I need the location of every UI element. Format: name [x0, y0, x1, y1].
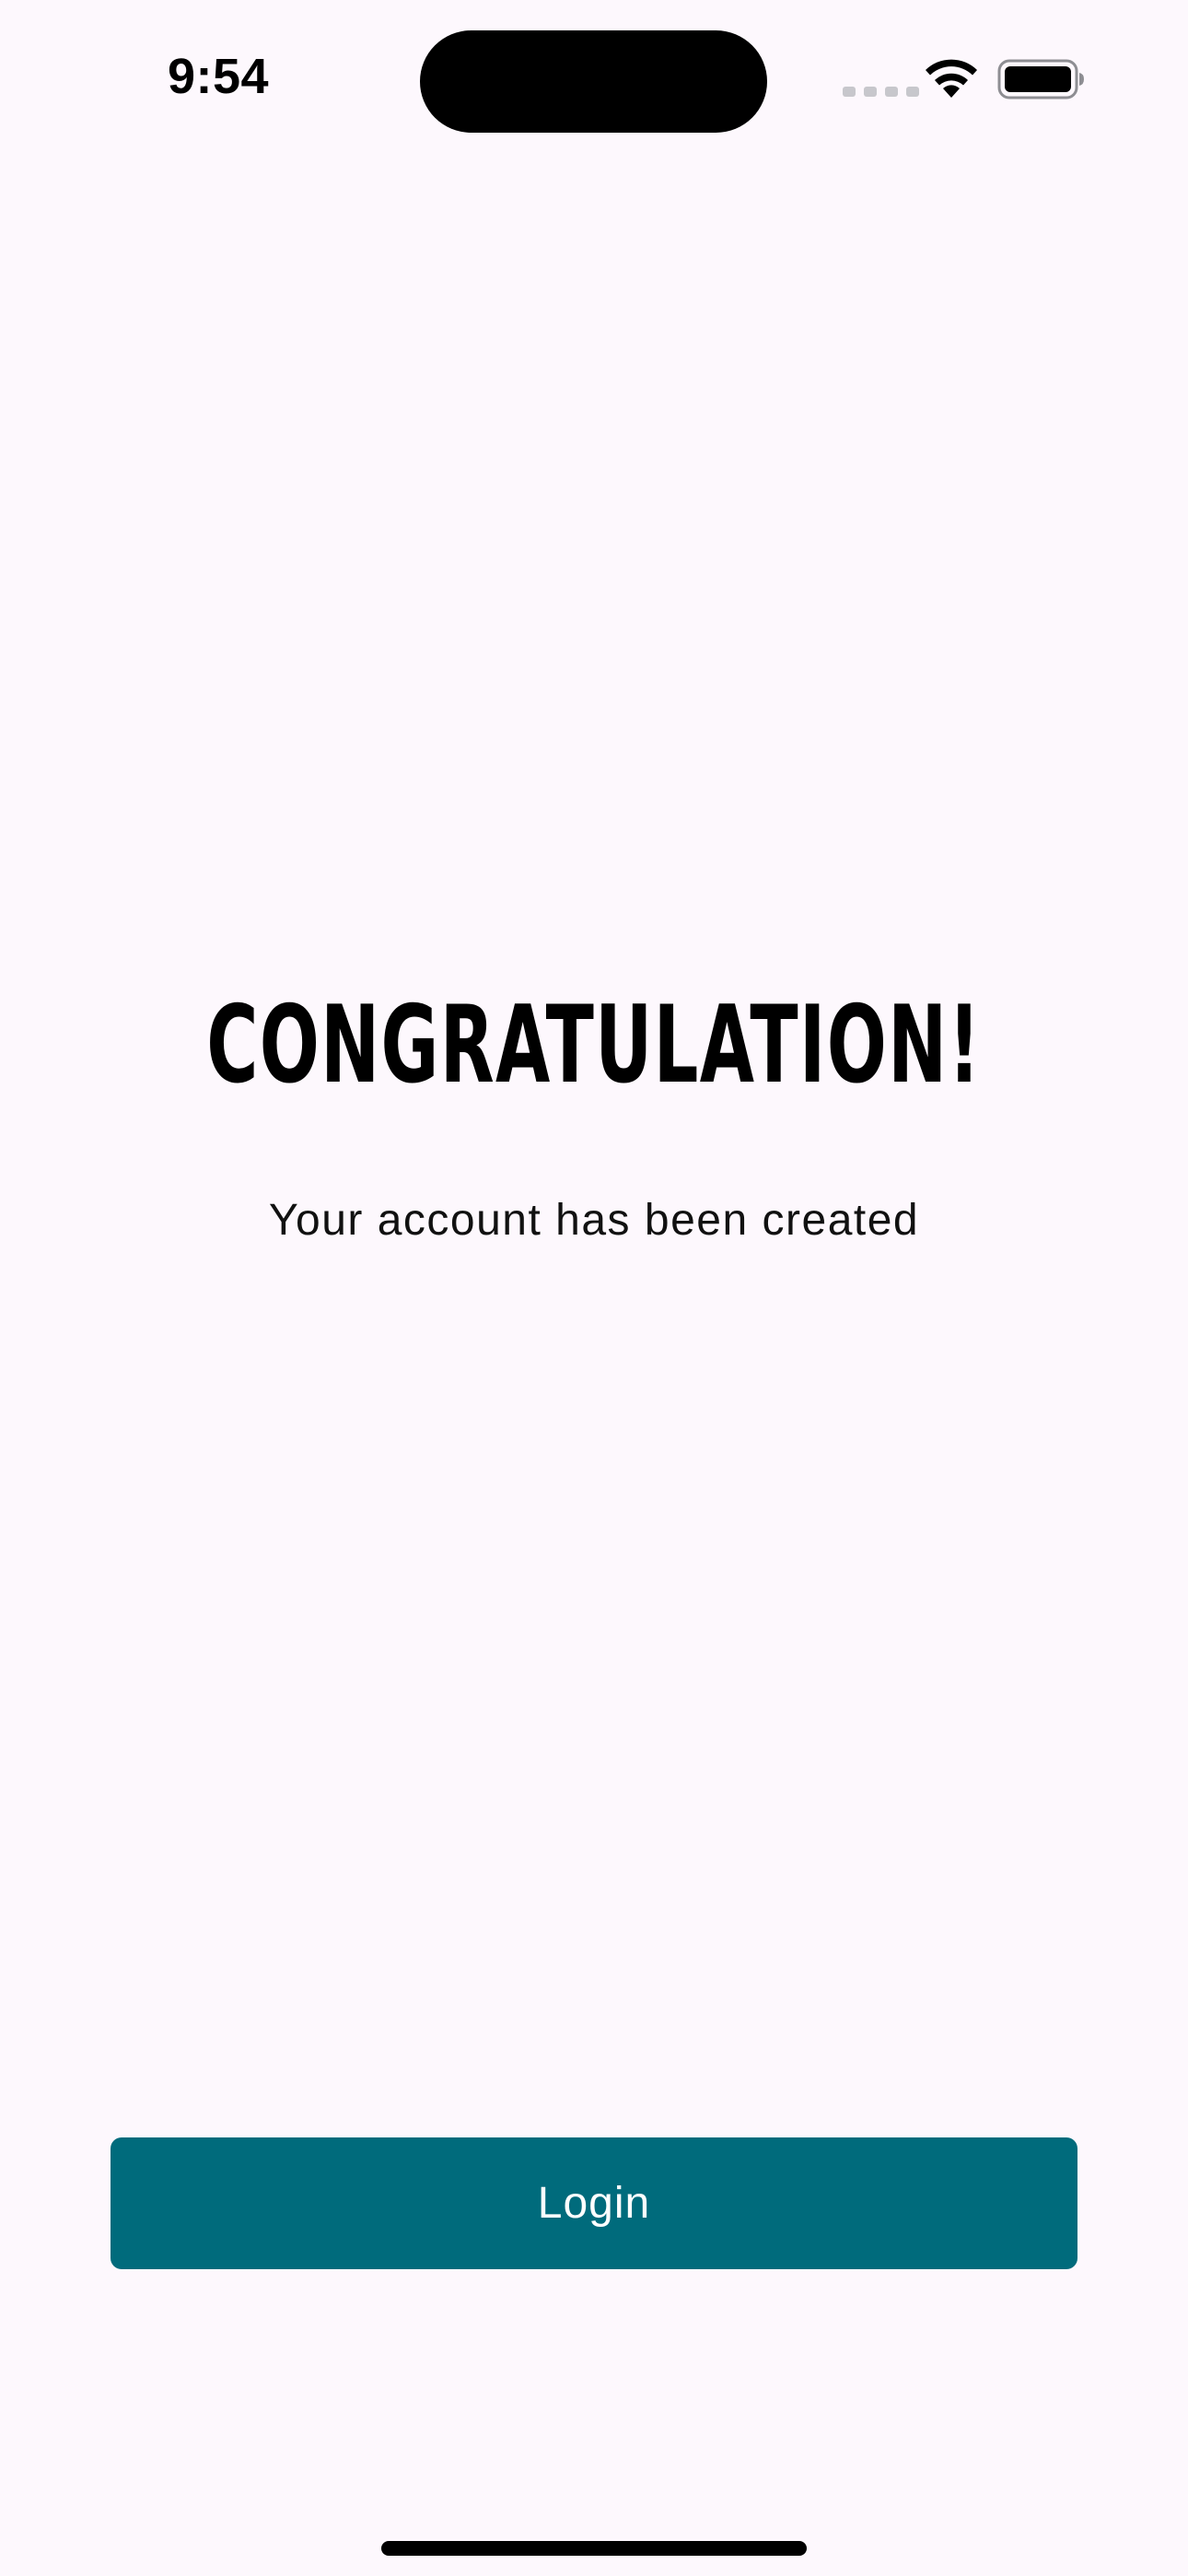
login-button[interactable]: Login: [111, 2137, 1077, 2269]
wifi-icon: [926, 59, 977, 98]
signal-dots-icon: [843, 87, 919, 97]
home-indicator[interactable]: [381, 2541, 807, 2556]
battery-icon: [997, 59, 1084, 100]
status-bar-time: 9:54: [168, 49, 270, 104]
dynamic-island: [420, 30, 767, 133]
congratulation-heading: CONGRATULATION!: [206, 983, 982, 1107]
account-created-message: Your account has been created: [268, 1196, 920, 1245]
